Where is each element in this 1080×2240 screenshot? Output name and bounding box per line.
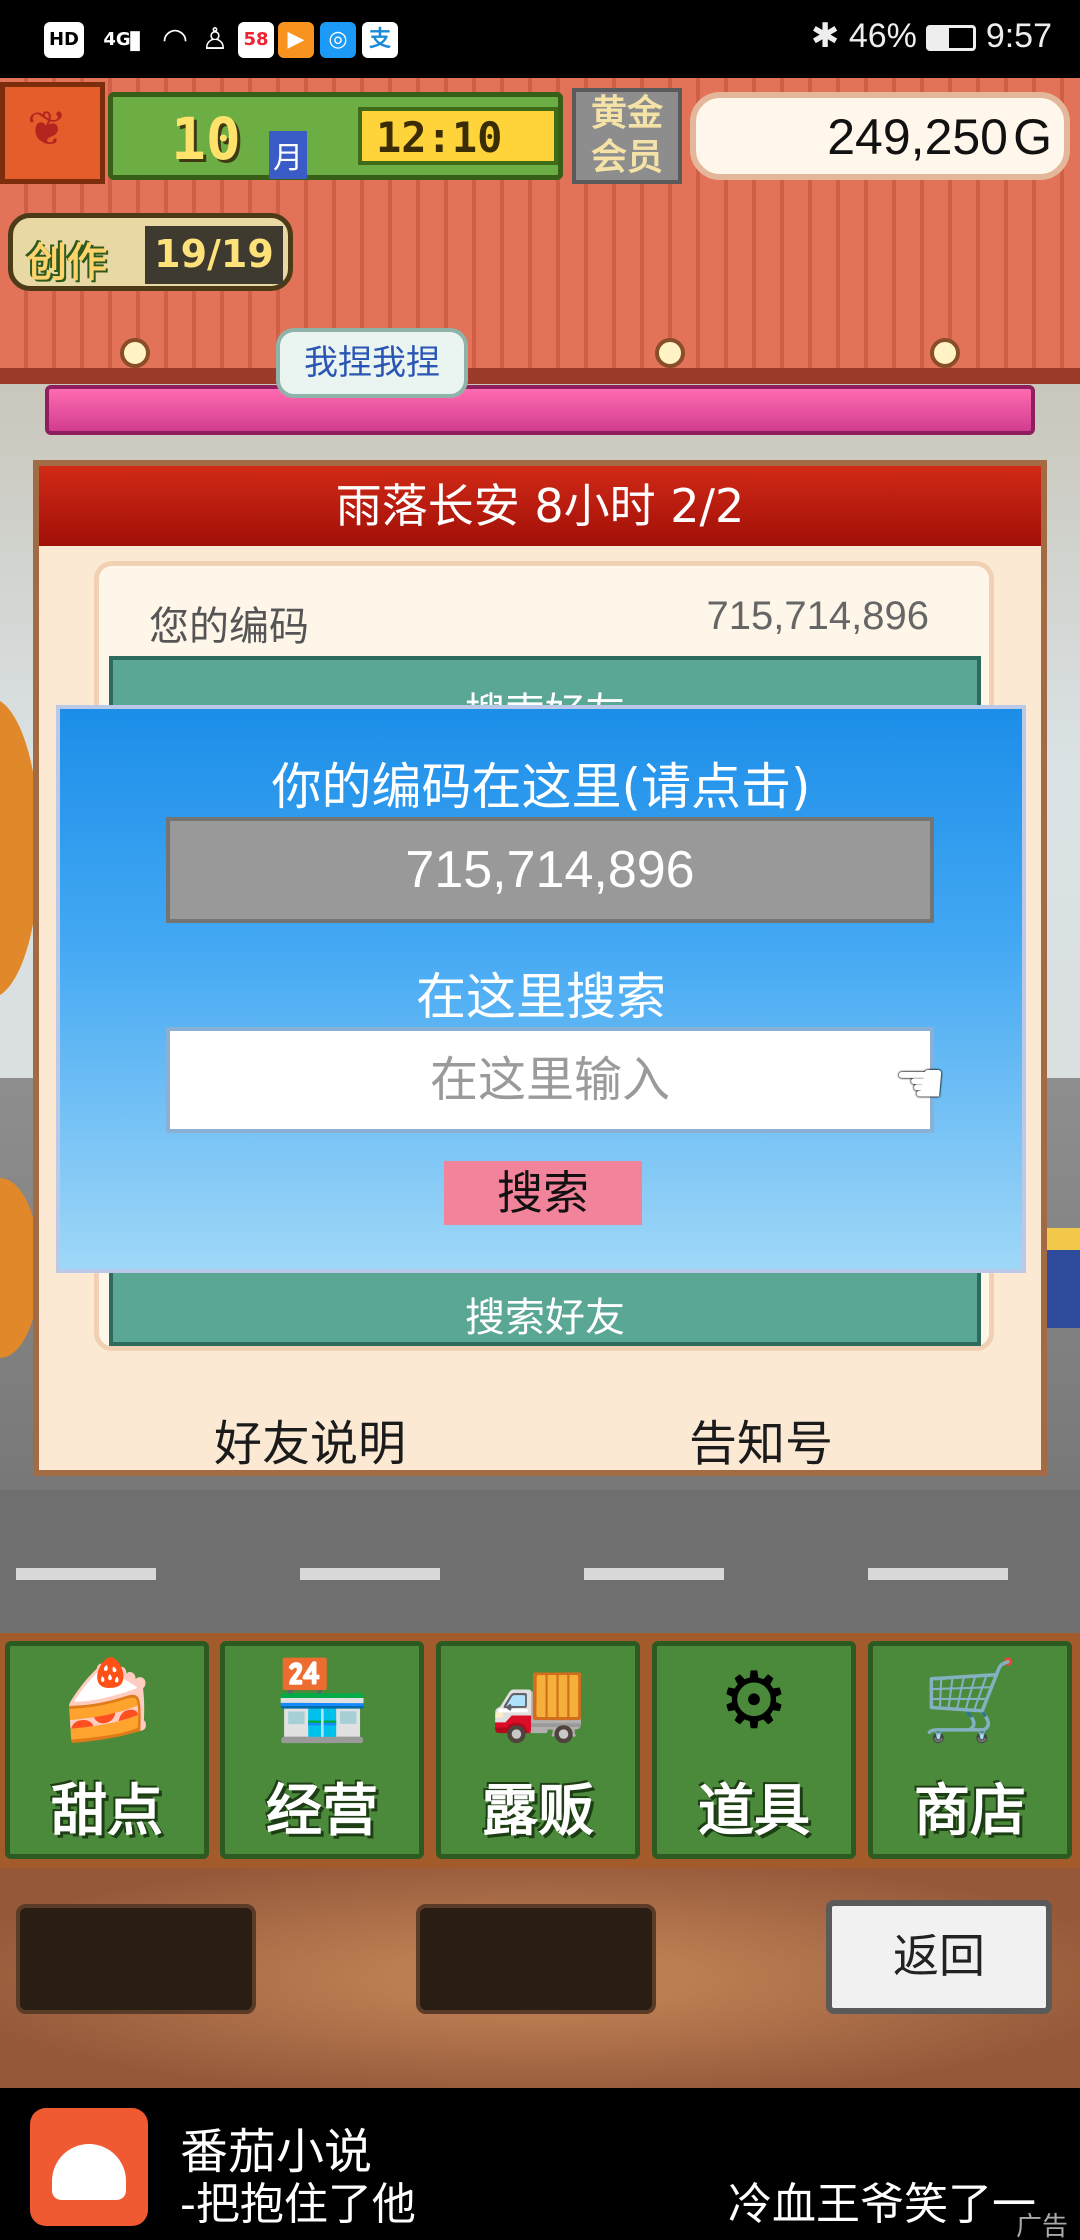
ad-tag: 广告 [1015, 2212, 1068, 2240]
shop-building-icon: 🏪 [273, 1656, 371, 1746]
menu-label: 甜点 [51, 1779, 163, 1844]
lamp-icon [930, 338, 960, 368]
hd-icon: HD [44, 22, 84, 58]
ad-teaser: 冷血王爷笑了一 [728, 2179, 1036, 2230]
bluetooth-icon: ✱ [810, 17, 840, 55]
search-heading: 在这里搜索 [416, 968, 666, 1026]
road-line [300, 1568, 440, 1580]
menu-food-truck[interactable]: 🚚 露贩 [436, 1641, 640, 1859]
lamp-icon [655, 338, 685, 368]
shopping-cart-icon: 🛒 [921, 1656, 1019, 1746]
bottom-bar: 返回 [0, 1868, 1080, 2088]
menu-label: 商店 [914, 1779, 1026, 1844]
menu-label: 经营 [266, 1779, 378, 1844]
signal-icon: ▮ [127, 25, 143, 55]
search-input[interactable] [166, 1027, 934, 1133]
menu-shop[interactable]: 🛒 商店 [868, 1641, 1072, 1859]
menu-label: 道具 [698, 1779, 810, 1844]
cake-icon: 🍰 [58, 1656, 156, 1746]
create-counter[interactable]: 创作 19/19 [8, 213, 293, 291]
lamp-icon [120, 338, 150, 368]
clock: 9:57 [985, 17, 1052, 55]
money-unit: G [1013, 109, 1052, 165]
app-58-icon: 58 [238, 22, 274, 58]
shop-awning [45, 385, 1035, 435]
your-code-label: 您的编码 [149, 604, 309, 650]
ad-subtitle: -把抱住了他 [180, 2179, 416, 2230]
create-label: 创作 [27, 240, 107, 286]
your-code-value: 715,714,896 [706, 594, 929, 638]
notification-icon: ♙ [201, 22, 229, 57]
tomato-icon [52, 2144, 126, 2200]
notice-button[interactable]: 告知号 [689, 1404, 833, 1474]
tomato-novel-icon[interactable] [30, 2108, 148, 2226]
dialog-title: 你的编码在这里(请点击) [271, 758, 811, 816]
menu-items[interactable]: ⚙ 道具 [652, 1641, 856, 1859]
date-bar: 10 月 12:10 [108, 92, 563, 180]
create-count: 19/19 [145, 226, 283, 284]
season-badge[interactable]: ❦ [0, 82, 105, 184]
speech-bubble: 我捏我捏 [276, 328, 468, 398]
maple-leaf-icon: ❦ [27, 101, 68, 157]
money-amount: 249,250 [827, 109, 1008, 165]
ad-banner[interactable]: 番茄小说 -把抱住了他 冷血王爷笑了一 广告 [0, 2088, 1080, 2240]
food-truck-icon: 🚚 [489, 1656, 587, 1746]
road-line [16, 1568, 156, 1580]
time-box: 12:10 [358, 107, 558, 165]
search-dialog: 你的编码在这里(请点击) 715,714,896 在这里搜索 ☚ 搜索 [56, 705, 1026, 1273]
worker-character [1046, 1228, 1080, 1328]
money-display: 249,250 G [690, 92, 1070, 180]
status-bar: HD 4G ▮ ◠ ♙ 58 ▶ ◎ 支 ✱ 46% 9:57 [0, 0, 1080, 78]
menu-label: 露贩 [482, 1779, 594, 1844]
alipay-icon: 支 [362, 22, 398, 58]
roof-edge [0, 368, 1080, 384]
back-button[interactable]: 返回 [826, 1900, 1052, 2014]
battery-icon [926, 25, 977, 52]
menu-dessert[interactable]: 🍰 甜点 [5, 1641, 209, 1859]
menu-manage[interactable]: 🏪 经营 [220, 1641, 424, 1859]
search-friend-button[interactable]: 搜索好友 [113, 1285, 977, 1343]
month-unit: 月 [269, 131, 307, 179]
road-line [868, 1568, 1008, 1580]
pointing-hand-icon: ☚ [894, 1049, 946, 1117]
main-menu: 🍰 甜点 🏪 经营 🚚 露贩 ⚙ 道具 🛒 商店 [0, 1633, 1080, 1868]
empty-slot [16, 1904, 256, 2014]
my-code-box[interactable]: 715,714,896 [166, 817, 934, 923]
search-button[interactable]: 搜索 [444, 1161, 642, 1225]
gold-member-badge[interactable]: 黄金会员 [572, 88, 682, 184]
road-line [584, 1568, 724, 1580]
friend-help-button[interactable]: 好友说明 [214, 1404, 406, 1474]
panel-title: 雨落长安 8小时 2/2 [39, 466, 1041, 546]
empty-slot [416, 1904, 656, 2014]
road [0, 1490, 1080, 1633]
video-app-icon: ▶ [278, 22, 314, 58]
battery-percent: 46% [848, 17, 917, 55]
month-number: 10 [171, 105, 241, 173]
gear-bag-icon: ⚙ [719, 1656, 789, 1746]
browser-icon: ◎ [320, 22, 356, 58]
wifi-icon: ◠ [163, 22, 187, 57]
game-clock: 12:10 [376, 113, 503, 162]
status-right: ✱ 46% 9:57 [811, 16, 1052, 56]
